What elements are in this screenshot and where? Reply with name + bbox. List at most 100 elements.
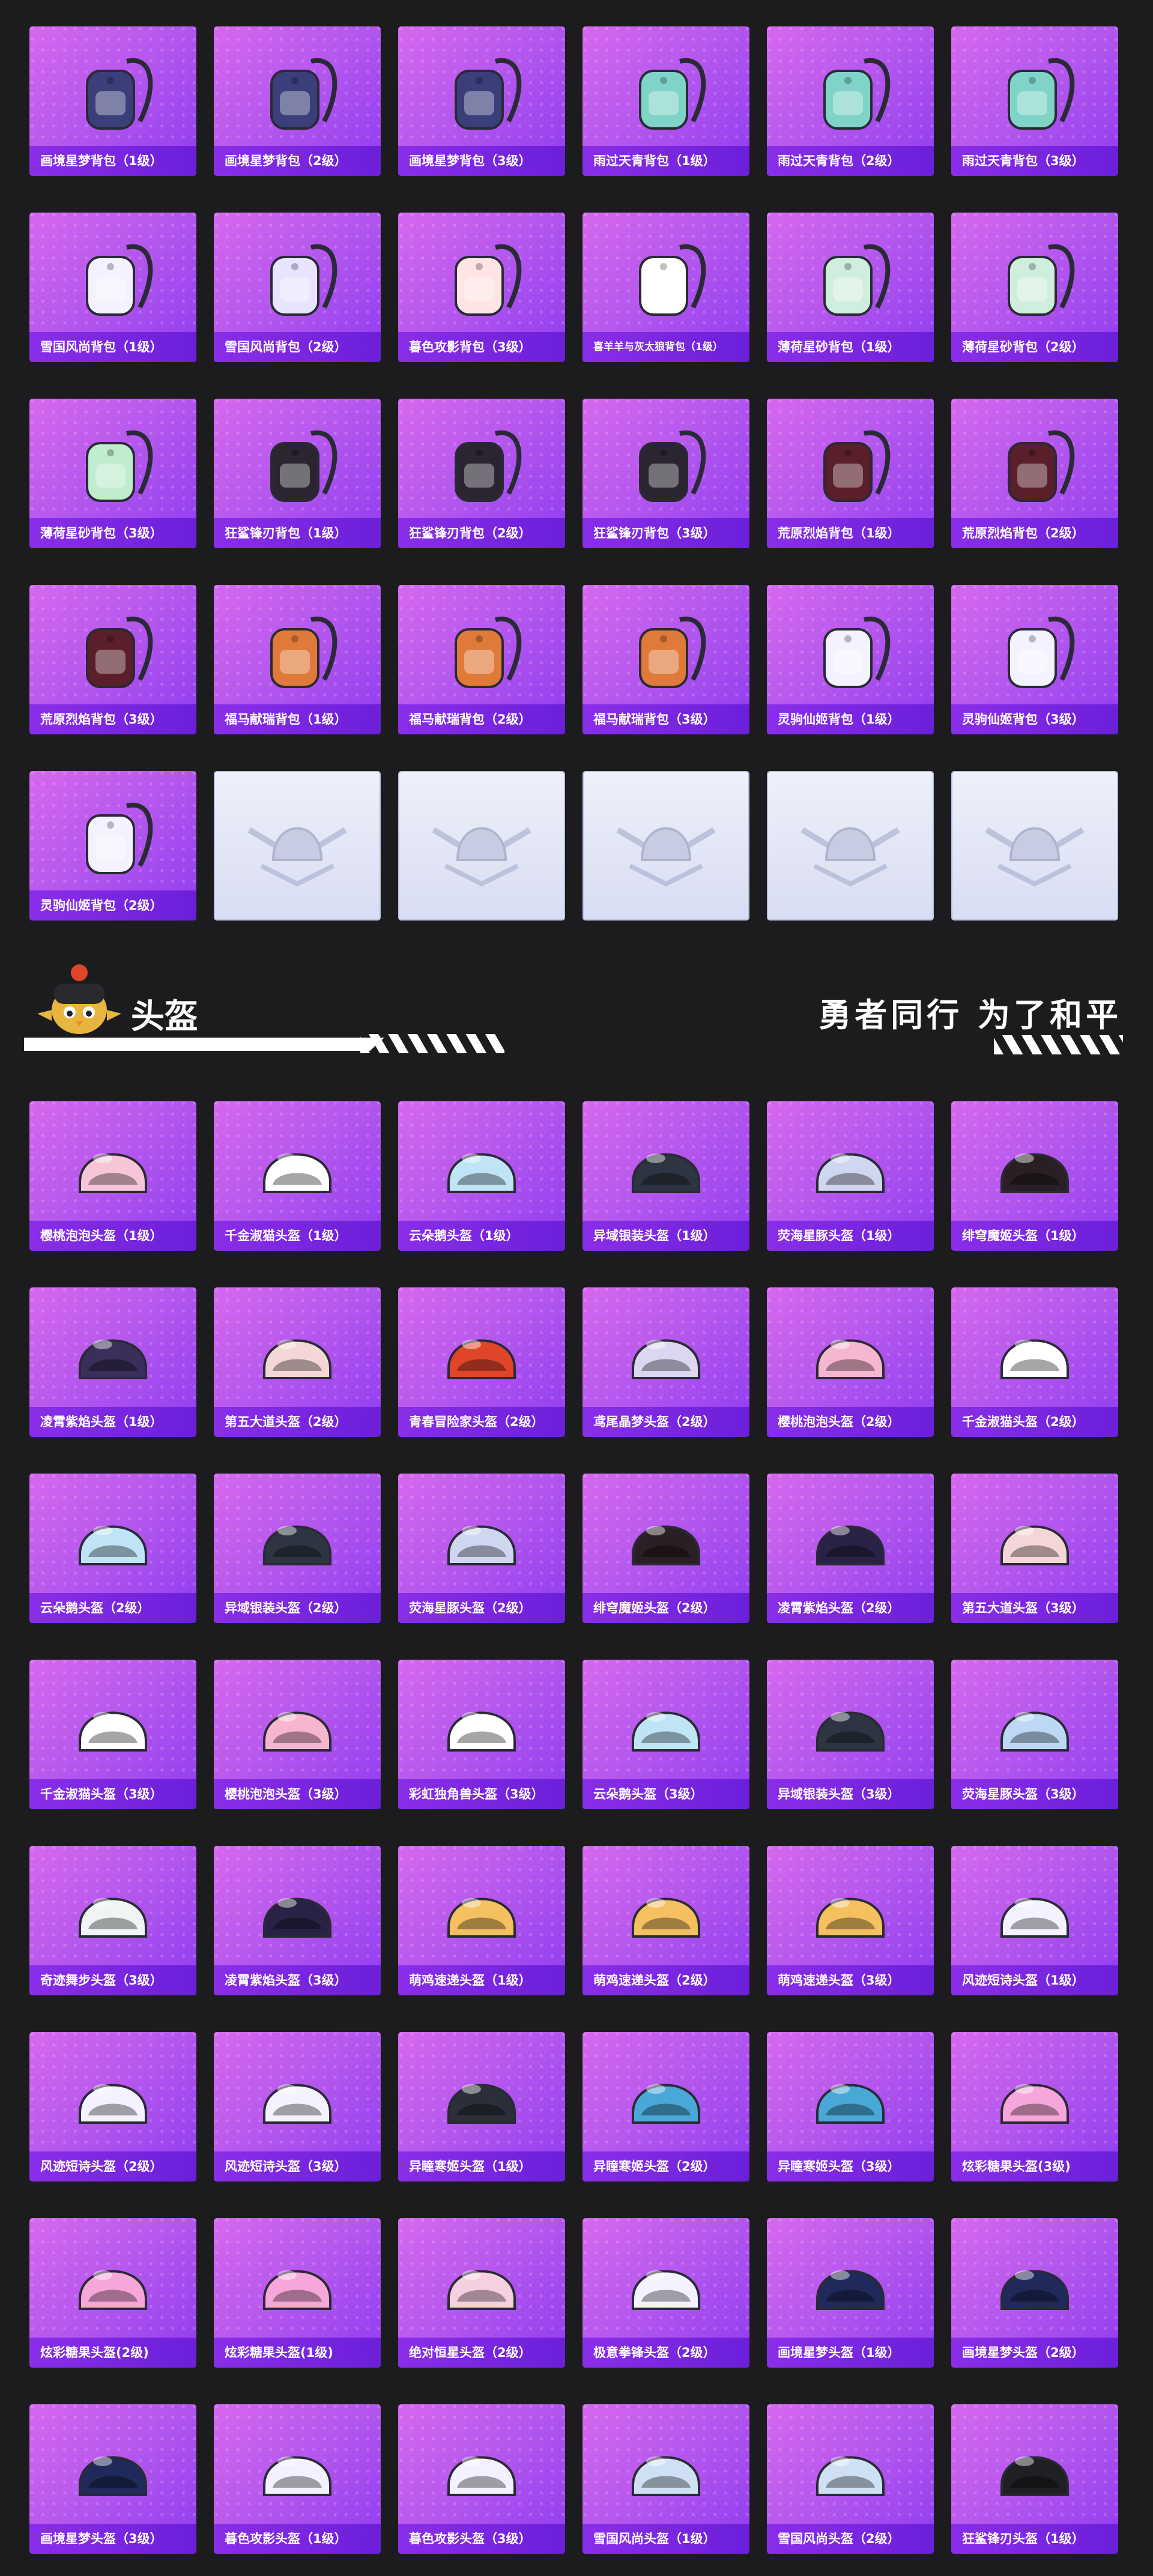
backpack-card[interactable]: 灵驹仙姬背包（3级） — [951, 585, 1118, 734]
helmet-card[interactable]: 青春冒险家头盔（2级） — [398, 1287, 565, 1437]
helmet-card[interactable]: 绝对恒星头盔（2级） — [398, 2218, 565, 2368]
helmet-label: 暮色攻影头盔（1级） — [214, 2524, 381, 2554]
helmet-icon — [990, 1686, 1080, 1772]
helmet-card[interactable]: 风迹短诗头盔（2级） — [29, 2032, 196, 2181]
helmet-card[interactable]: 萌鸡速递头盔（2级） — [583, 1846, 749, 1995]
backpack-card[interactable]: 雪国风尚背包（2级） — [214, 213, 381, 362]
helmet-icon — [805, 2244, 895, 2330]
backpack-card[interactable]: 画境星梦背包（2级） — [214, 26, 381, 176]
helmet-card[interactable]: 异域银装头盔（3级） — [767, 1660, 934, 1809]
helmet-card[interactable]: 画境星梦头盔（3级） — [29, 2404, 196, 2554]
helmet-card[interactable]: 异域银装头盔（2级） — [214, 1474, 381, 1623]
helmet-card[interactable]: 荧海星豚头盔（2级） — [398, 1474, 565, 1623]
helmet-card[interactable]: 风迹短诗头盔（1级） — [951, 1846, 1118, 1995]
backpack-card[interactable]: 荒原烈焰背包（3级） — [29, 585, 196, 734]
helmet-card[interactable]: 樱桃泡泡头盔（1级） — [29, 1101, 196, 1251]
helmet-card[interactable]: 绯穹魔姬头盔（1级） — [951, 1101, 1118, 1251]
backpack-card[interactable]: 画境星梦背包（3级） — [398, 26, 565, 176]
helmet-icon — [68, 2430, 158, 2517]
helmet-icon — [805, 2058, 895, 2144]
backpack-icon — [990, 608, 1080, 700]
helmet-card[interactable]: 第五大道头盔（3级） — [951, 1474, 1118, 1623]
backpack-card[interactable]: 灵驹仙姬背包（2级） — [29, 771, 196, 921]
helmet-card[interactable]: 雪国风尚头盔（2级） — [767, 2404, 934, 2554]
backpack-label: 福马献瑞背包（3级） — [583, 704, 749, 734]
helmet-card[interactable]: 凌霄紫焰头盔（2级） — [767, 1474, 934, 1623]
backpack-card[interactable]: 雨过天青背包（3级） — [951, 26, 1118, 176]
bird-mascot-icon — [31, 962, 127, 1042]
backpack-card[interactable]: 福马献瑞背包（1级） — [214, 585, 381, 734]
backpack-card[interactable]: 狂鲨锋刃背包（2级） — [398, 399, 565, 548]
helmet-icon — [621, 2430, 711, 2517]
helmet-label: 荧海星豚头盔（1级） — [767, 1221, 934, 1251]
helmet-card[interactable]: 萌鸡速递头盔（3级） — [767, 1846, 934, 1995]
helmet-icon — [805, 1686, 895, 1772]
helmet-card[interactable]: 荧海星豚头盔（1级） — [767, 1101, 934, 1251]
helmet-label: 极意拳锋头盔（2级） — [583, 2338, 749, 2368]
helmet-label: 荧海星豚头盔（2级） — [398, 1593, 565, 1623]
helmet-card[interactable]: 狂鲨锋刃头盔（1级） — [951, 2404, 1118, 2554]
helmet-label: 樱桃泡泡头盔（2级） — [767, 1407, 934, 1437]
helmet-card[interactable]: 千金淑猫头盔（3级） — [29, 1660, 196, 1809]
helmet-card[interactable]: 暮色攻影头盔（3级） — [398, 2404, 565, 2554]
helmet-card[interactable]: 异瞳寒姬头盔（1级） — [398, 2032, 565, 2181]
backpack-card[interactable]: 薄荷星砂背包（1级） — [767, 213, 934, 362]
helmet-card[interactable]: 画境星梦头盔（2级） — [951, 2218, 1118, 2368]
backpack-card[interactable]: 喜羊羊与灰太狼背包（1级） — [583, 213, 749, 362]
empty-slot-card — [583, 771, 749, 921]
helmet-card[interactable]: 画境星梦头盔（1级） — [767, 2218, 934, 2368]
helmet-card[interactable]: 奇迹舞步头盔（3级） — [29, 1846, 196, 1995]
backpack-label: 荒原烈焰背包（3级） — [29, 704, 196, 734]
helmet-card[interactable]: 凌霄紫焰头盔（1级） — [29, 1287, 196, 1437]
helmet-card[interactable]: 异瞳寒姬头盔（2级） — [583, 2032, 749, 2181]
helmet-card[interactable]: 雪国风尚头盔（1级） — [583, 2404, 749, 2554]
helmet-card[interactable]: 暮色攻影头盔（1级） — [214, 2404, 381, 2554]
helmet-card[interactable]: 凌霄紫焰头盔（3级） — [214, 1846, 381, 1995]
helmet-card[interactable]: 萌鸡速递头盔（1级） — [398, 1846, 565, 1995]
helmet-card[interactable]: 绯穹魔姬头盔（2级） — [583, 1474, 749, 1623]
backpack-label: 狂鲨锋刃背包（3级） — [583, 518, 749, 548]
backpack-card[interactable]: 狂鲨锋刃背包（3级） — [583, 399, 749, 548]
helmet-card[interactable]: 鸢尾晶梦头盔（2级） — [583, 1287, 749, 1437]
backpack-card[interactable]: 福马献瑞背包（3级） — [583, 585, 749, 734]
helmet-card[interactable]: 炫彩糖果头盔(3级) — [951, 2032, 1118, 2181]
backpack-icon — [621, 422, 711, 514]
backpack-card[interactable]: 薄荷星砂背包（3级） — [29, 399, 196, 548]
backpack-card[interactable]: 雨过天青背包（2级） — [767, 26, 934, 176]
backpack-card[interactable]: 薄荷星砂背包（2级） — [951, 213, 1118, 362]
helmet-label: 画境星梦头盔（1级） — [767, 2338, 934, 2368]
backpack-card[interactable]: 荒原烈焰背包（1级） — [767, 399, 934, 548]
helmet-card[interactable]: 樱桃泡泡头盔（2级） — [767, 1287, 934, 1437]
backpack-card[interactable]: 狂鲨锋刃背包（1级） — [214, 399, 381, 548]
helmet-label: 樱桃泡泡头盔（3级） — [214, 1779, 381, 1809]
helmet-card[interactable]: 云朵鹅头盔（2级） — [29, 1474, 196, 1623]
helmet-card[interactable]: 炫彩糖果头盔(1级) — [214, 2218, 381, 2368]
helmet-card[interactable]: 云朵鹅头盔（1级） — [398, 1101, 565, 1251]
helmet-card[interactable]: 樱桃泡泡头盔（3级） — [214, 1660, 381, 1809]
backpack-card[interactable]: 画境星梦背包（1级） — [29, 26, 196, 176]
backpack-card[interactable]: 福马献瑞背包（2级） — [398, 585, 565, 734]
backpack-card[interactable]: 雨过天青背包（1级） — [583, 26, 749, 176]
helmet-card[interactable]: 第五大道头盔（2级） — [214, 1287, 381, 1437]
helmet-icon — [437, 1872, 527, 1958]
backpack-card[interactable]: 暮色攻影背包（3级） — [398, 213, 565, 362]
helmet-card[interactable]: 异域银装头盔（1级） — [583, 1101, 749, 1251]
helmet-card[interactable]: 彩虹独角兽头盔（3级） — [398, 1660, 565, 1809]
backpack-card[interactable]: 雪国风尚背包（1级） — [29, 213, 196, 362]
helmet-card[interactable]: 千金淑猫头盔（1级） — [214, 1101, 381, 1251]
helmet-card[interactable]: 异瞳寒姬头盔（3级） — [767, 2032, 934, 2181]
backpack-icon — [252, 235, 342, 328]
section-slogan: 勇者同行 为了和平 — [819, 996, 1122, 1034]
helmet-card[interactable]: 千金淑猫头盔（2级） — [951, 1287, 1118, 1437]
backpack-card[interactable]: 灵驹仙姬背包（1级） — [767, 585, 934, 734]
helmet-icon — [68, 1313, 158, 1400]
helmet-card[interactable]: 云朵鹅头盔（3级） — [583, 1660, 749, 1809]
helmet-card[interactable]: 炫彩糖果头盔(2级) — [29, 2218, 196, 2368]
helmet-card[interactable]: 极意拳锋头盔（2级） — [583, 2218, 749, 2368]
backpack-icon — [990, 235, 1080, 328]
backpack-card[interactable]: 荒原烈焰背包（2级） — [951, 399, 1118, 548]
helmet-card[interactable]: 风迹短诗头盔（3级） — [214, 2032, 381, 2181]
helmet-card[interactable]: 荧海星豚头盔（3级） — [951, 1660, 1118, 1809]
helmet-section-header: 头盔 勇者同行 为了和平 — [0, 955, 1153, 1075]
helmet-icon — [437, 1313, 527, 1400]
